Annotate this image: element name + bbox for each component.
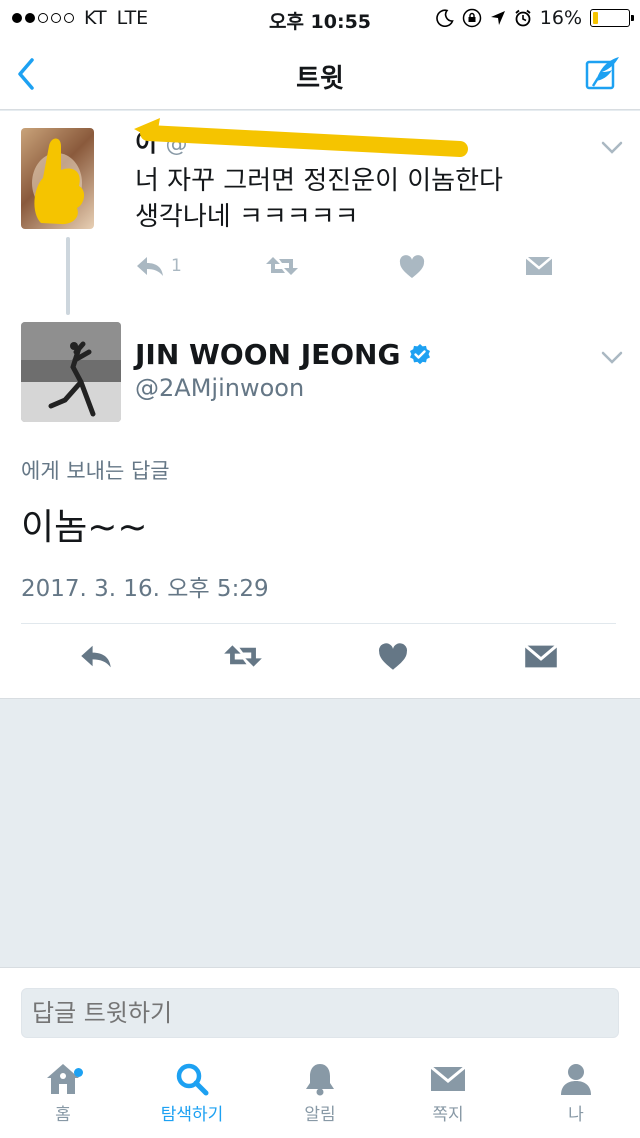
navigation-bar: 트윗 <box>0 40 640 110</box>
retweet-icon <box>224 645 262 667</box>
heart-icon <box>379 643 407 670</box>
page-title: 트윗 <box>296 64 344 94</box>
reply-icon <box>137 257 163 276</box>
mail-icon <box>430 1065 466 1091</box>
battery-percent: 16% <box>539 7 582 29</box>
verified-badge-icon <box>410 343 431 364</box>
search-icon <box>176 1063 209 1096</box>
alarm-icon <box>515 9 531 27</box>
author-name[interactable]: JIN WOON JEONG <box>135 338 432 371</box>
tweet-text: 이놈~~ <box>21 507 148 548</box>
avatar-photo-icon <box>21 322 121 422</box>
tab-me[interactable]: 나 <box>521 1062 631 1125</box>
parent-dm-button[interactable] <box>525 255 553 277</box>
tweet-detail: 이 @ 너 자꾸 그러면 정진운이 이놈한다 생각나네 ㅋㅋㅋㅋㅋ 1 JIN … <box>0 111 640 699</box>
reply-composer <box>0 967 640 1054</box>
bell-icon <box>306 1064 334 1096</box>
reply-button[interactable] <box>79 643 113 669</box>
heart-icon <box>399 255 425 278</box>
parent-tweet-actions: 1 <box>135 255 555 285</box>
home-notification-dot <box>74 1068 83 1077</box>
highlight-scribble-icon <box>134 118 468 157</box>
tab-home[interactable]: 홈 <box>8 1062 118 1125</box>
person-icon <box>561 1064 591 1095</box>
parent-tweet-text: 너 자꾸 그러면 정진운이 이놈한다 생각나네 ㅋㅋㅋㅋㅋ <box>135 163 595 235</box>
tab-messages-label: 쪽지 <box>432 1105 464 1125</box>
parent-tweet-line-2: 생각나네 ㅋㅋㅋㅋㅋ <box>135 202 359 232</box>
tab-bar: 홈 탐색하기 알림 쪽지 나 <box>0 1054 640 1138</box>
like-button[interactable] <box>378 643 408 671</box>
author-name-text: JIN WOON JEONG <box>135 338 401 371</box>
retweet-button[interactable] <box>223 643 263 669</box>
location-icon <box>490 11 505 25</box>
tab-explore-label: 탐색하기 <box>160 1105 224 1125</box>
tab-explore[interactable]: 탐색하기 <box>137 1062 247 1125</box>
replying-to-label[interactable]: 에게 보내는 답글 <box>21 455 170 485</box>
mail-icon <box>524 644 558 668</box>
compose-tweet-icon[interactable] <box>584 54 622 92</box>
tweet-timestamp: 2017. 3. 16. 오후 5:29 <box>21 576 269 602</box>
tweet-actions <box>0 643 640 683</box>
parent-like-button[interactable] <box>399 255 425 279</box>
divider <box>21 623 616 624</box>
reply-input[interactable] <box>21 988 619 1038</box>
tweet-menu-icon[interactable] <box>601 351 623 365</box>
parent-reply-count: 1 <box>171 256 182 276</box>
parent-tweet-menu-icon[interactable] <box>601 141 623 155</box>
retweet-icon <box>266 257 298 275</box>
battery-icon <box>590 9 634 27</box>
tab-notifications[interactable]: 알림 <box>265 1062 375 1125</box>
home-icon <box>47 1064 79 1094</box>
thread-connector <box>66 237 70 315</box>
rotation-lock-icon <box>462 8 482 28</box>
author-handle[interactable]: @2AMjinwoon <box>135 374 304 402</box>
moon-icon <box>435 9 454 27</box>
tab-me-label: 나 <box>568 1105 584 1125</box>
avatar-redaction-icon <box>32 138 85 225</box>
direct-message-button[interactable] <box>524 643 558 670</box>
reply-icon <box>81 645 111 668</box>
tab-messages[interactable]: 쪽지 <box>393 1062 503 1125</box>
tab-notifications-label: 알림 <box>304 1105 336 1125</box>
parent-reply-button[interactable]: 1 <box>135 255 182 277</box>
mail-icon <box>525 256 553 275</box>
parent-avatar[interactable] <box>21 128 94 229</box>
parent-retweet-button[interactable] <box>265 255 299 277</box>
status-bar: KT LTE 오후 10:55 16% <box>0 0 640 40</box>
parent-tweet-line-1: 너 자꾸 그러면 정진운이 이놈한다 <box>135 166 503 196</box>
author-avatar[interactable] <box>21 322 121 422</box>
tab-home-label: 홈 <box>55 1105 71 1125</box>
